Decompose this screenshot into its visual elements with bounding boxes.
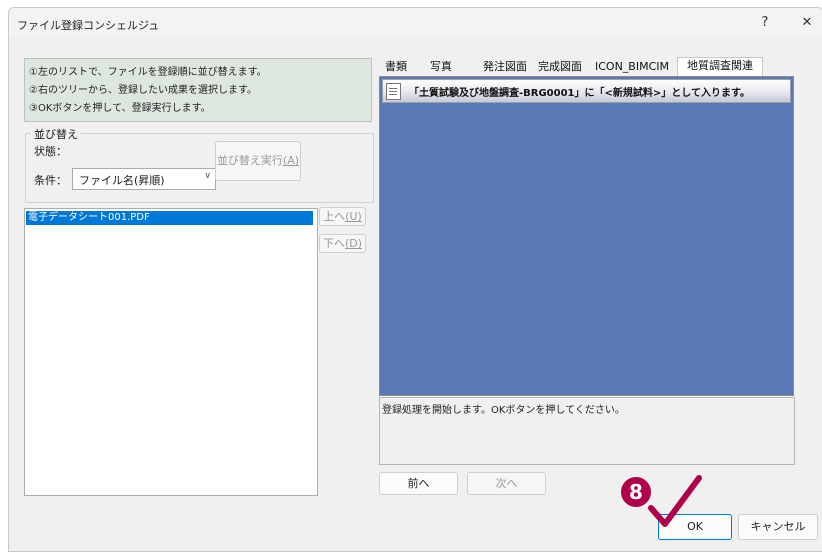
- status-message-box: 登録処理を開始します。OKボタンを押してください。: [379, 397, 795, 465]
- condition-label: 条件：: [34, 174, 67, 187]
- cancel-button[interactable]: キャンセル: [738, 514, 818, 540]
- state-label: 状態：: [34, 145, 67, 158]
- tree-node-selected[interactable]: 「土質試験及び地盤調査-BRG0001」に「<新規試料>」として入ります。: [382, 79, 791, 103]
- tab-geotechnical[interactable]: 地質調査関連: [677, 57, 763, 76]
- registration-tree[interactable]: 「土質試験及び地盤調査-BRG0001」に「<新規試料>」として入ります。: [379, 76, 794, 396]
- tab-completion-drawings[interactable]: 完成図面: [534, 59, 586, 75]
- next-button[interactable]: 次へ: [467, 472, 546, 495]
- instruction-box: ①左のリストで、ファイルを登録順に並び替えます。 ②右のツリーから、登録したい成…: [24, 58, 372, 122]
- sort-condition-select[interactable]: ファイル名(昇順) ∨: [72, 168, 216, 190]
- help-button[interactable]: ?: [752, 13, 778, 33]
- chevron-down-icon: ∨: [204, 171, 211, 181]
- window-title: ファイル登録コンシェルジュ: [17, 19, 160, 32]
- instruction-line: ①左のリストで、ファイルを登録順に並び替えます。: [29, 67, 267, 78]
- sort-execute-button[interactable]: 並び替え実行(A): [215, 141, 301, 181]
- tree-node-label: 「土質試験及び地盤調査-BRG0001」に「<新規試料>」として入ります。: [409, 88, 750, 99]
- sort-group-legend: 並び替え: [31, 126, 81, 142]
- file-registration-dialog: ファイル登録コンシェルジュ ? ✕ ①左のリストで、ファイルを登録順に並び替えま…: [8, 7, 822, 552]
- tab-documents[interactable]: 書類: [382, 59, 410, 75]
- check-mark-icon: [648, 475, 702, 527]
- instruction-line: ②右のツリーから、登録したい成果を選択します。: [29, 85, 257, 96]
- tab-photos[interactable]: 写真: [427, 59, 455, 75]
- tab-icon-bimcim[interactable]: ICON_BIMCIM: [589, 59, 675, 75]
- status-message: 登録処理を開始します。OKボタンを押してください。: [382, 405, 625, 416]
- prev-button[interactable]: 前へ: [379, 472, 458, 495]
- instruction-line: ③OKボタンを押して、登録実行します。: [29, 103, 211, 114]
- title-bar: ファイル登録コンシェルジュ ? ✕: [9, 8, 822, 37]
- document-icon: [386, 83, 401, 100]
- move-down-button[interactable]: 下へ(D): [319, 234, 366, 253]
- move-up-button[interactable]: 上へ(U): [319, 207, 366, 226]
- sort-condition-value: ファイル名(昇順): [79, 174, 165, 187]
- tab-order-drawings[interactable]: 発注図面: [479, 59, 531, 75]
- list-item[interactable]: 電子データシート001.PDF: [26, 211, 313, 225]
- file-list[interactable]: 電子データシート001.PDF: [24, 208, 318, 496]
- close-button[interactable]: ✕: [794, 13, 820, 33]
